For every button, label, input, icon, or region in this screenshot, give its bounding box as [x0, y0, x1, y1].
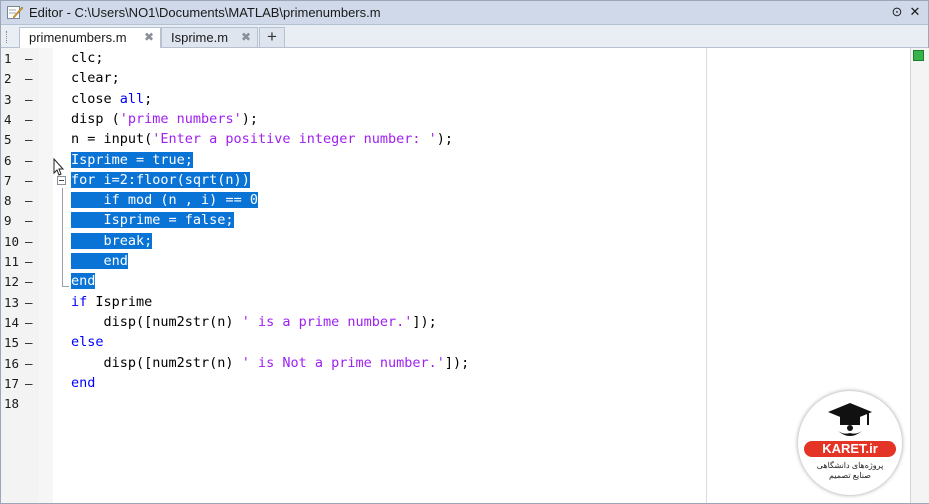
breakpoint-marker[interactable]: — — [25, 274, 37, 289]
code-line[interactable]: clc; — [71, 50, 104, 66]
breakpoint-marker[interactable]: — — [25, 92, 37, 107]
code-line[interactable]: disp([num2str(n) ' is a prime number.'])… — [71, 314, 437, 330]
code-line[interactable]: Isprime = true; — [71, 151, 193, 168]
code-line[interactable]: end — [71, 253, 128, 269]
code-line[interactable]: if Isprime — [71, 294, 152, 310]
window-title: Editor - C:\Users\NO1\Documents\MATLAB\p… — [29, 5, 381, 20]
code-line[interactable]: else — [71, 334, 104, 350]
code-line[interactable]: Isprime = false; — [71, 212, 234, 229]
window-menu-button[interactable]: ⊙ — [889, 4, 905, 20]
breakpoint-marker[interactable]: — — [25, 356, 37, 371]
breakpoint-marker[interactable]: — — [25, 315, 37, 330]
line-number: 18 — [4, 396, 20, 412]
code-line[interactable]: for i=2:floor(sqrt(n)) — [71, 171, 250, 188]
watermark-logo: KARET.ir پروژه‌های دانشگاهی صنایع تصمیم — [798, 391, 902, 495]
breakpoint-marker[interactable]: — — [25, 71, 37, 86]
code-line[interactable]: close all; — [71, 91, 152, 107]
logo-tagline: پروژه‌های دانشگاهی صنایع تصمیم — [816, 461, 884, 480]
code-line[interactable]: clear; — [71, 70, 120, 86]
breakpoint-marker[interactable]: — — [25, 234, 37, 249]
fold-guide-end — [62, 286, 69, 287]
window-close-button[interactable]: ✕ — [907, 4, 923, 20]
editor-pencil-icon — [7, 6, 23, 19]
breakpoint-marker[interactable]: — — [25, 173, 37, 188]
code-line[interactable]: end — [71, 375, 95, 391]
tab-label: primenumbers.m — [29, 30, 127, 45]
graduation-cap-icon — [828, 403, 872, 436]
breakpoint-marker[interactable]: — — [25, 112, 37, 127]
code-line[interactable]: disp ('prime numbers'); — [71, 111, 258, 127]
breakpoint-marker[interactable]: — — [25, 153, 37, 168]
breakpoint-marker[interactable]: — — [25, 254, 37, 269]
code-line[interactable]: end — [71, 273, 96, 290]
breakpoint-marker[interactable]: — — [25, 213, 37, 228]
breakpoint-marker[interactable]: — — [25, 376, 37, 391]
breakpoint-marker[interactable]: — — [25, 193, 37, 208]
tab-close-icon[interactable]: ✖ — [241, 30, 251, 44]
fold-guide-line — [62, 188, 63, 287]
code-line[interactable]: disp([num2str(n) ' is Not a prime number… — [71, 355, 470, 371]
title-bar: Editor - C:\Users\NO1\Documents\MATLAB\p… — [1, 1, 928, 25]
code-analyzer-status-icon[interactable] — [913, 50, 924, 61]
tab-close-icon[interactable]: ✖ — [144, 30, 154, 44]
code-editor[interactable]: 1— clc; 2— clear; 3— close all; 4— disp ('prime… — [1, 48, 929, 503]
breakpoint-marker[interactable]: — — [25, 335, 37, 350]
breakpoint-marker[interactable]: — — [25, 51, 37, 66]
tab-isprime[interactable]: Isprime.m ✖ — [161, 27, 258, 47]
new-tab-button[interactable]: + — [259, 27, 285, 47]
right-margin-line — [706, 48, 707, 503]
code-line[interactable]: break; — [71, 232, 153, 249]
breakpoint-marker[interactable]: — — [25, 132, 37, 147]
tab-label: Isprime.m — [171, 30, 229, 45]
logo-brand: KARET.ir — [804, 441, 896, 457]
tab-primenumbers[interactable]: primenumbers.m ✖ — [19, 27, 161, 48]
code-line[interactable]: if mod (n , i) == 0 — [71, 192, 258, 209]
tab-grip-handle[interactable] — [6, 31, 10, 43]
editor-window: Editor - C:\Users\NO1\Documents\MATLAB\p… — [0, 0, 929, 504]
code-folding-column — [39, 48, 53, 503]
vertical-scrollbar[interactable] — [910, 48, 929, 503]
tab-bar: primenumbers.m ✖ Isprime.m ✖ + — [1, 25, 928, 48]
code-line[interactable]: n = input('Enter a positive integer numb… — [71, 131, 453, 147]
mouse-pointer-icon — [53, 157, 65, 181]
breakpoint-marker[interactable]: — — [25, 295, 37, 310]
